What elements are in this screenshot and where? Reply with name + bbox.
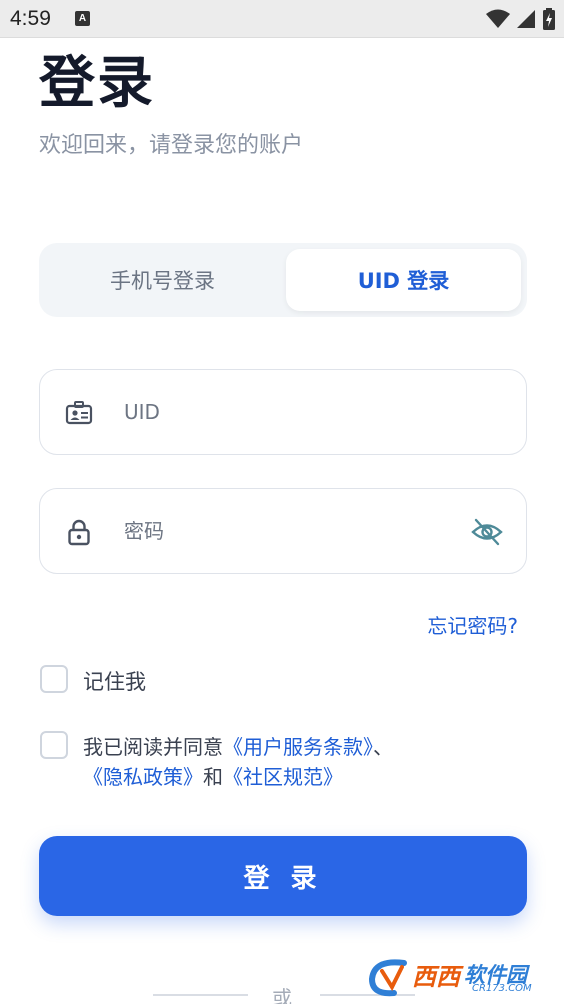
- uid-field[interactable]: [39, 369, 527, 455]
- page-title: 登录: [39, 51, 155, 116]
- community-link[interactable]: 《社区规范》: [223, 765, 343, 789]
- password-input[interactable]: [124, 511, 444, 551]
- divider-text: 或: [272, 986, 292, 1004]
- login-button[interactable]: 登 录: [39, 836, 527, 916]
- tab-uid-login[interactable]: UID 登录: [286, 249, 521, 311]
- battery-icon: [543, 8, 555, 30]
- watermark-domain: CR173.COM: [472, 983, 532, 994]
- watermark-swoosh-icon: [368, 959, 407, 997]
- privacy-link[interactable]: 《隐私政策》: [83, 765, 203, 789]
- agreement-prefix: 我已阅读并同意: [83, 735, 223, 759]
- watermark-brand: 西西: [412, 963, 460, 991]
- login-method-tabs: 手机号登录 UID 登录: [39, 243, 527, 317]
- remember-me-checkbox[interactable]: [40, 665, 68, 693]
- remember-me-label[interactable]: 记住我: [83, 666, 146, 696]
- wifi-icon: [486, 9, 510, 28]
- forgot-password-link[interactable]: 忘记密码?: [427, 610, 518, 639]
- agreement-separator: 、: [373, 735, 393, 759]
- agreement-text-line2: 《隐私政策》和《社区规范》: [83, 761, 343, 790]
- signal-icon: [517, 10, 535, 28]
- agreement-checkbox[interactable]: [40, 731, 68, 759]
- agreement-and: 和: [203, 765, 223, 789]
- status-time: 4:59: [10, 7, 51, 30]
- eye-off-icon[interactable]: [470, 515, 504, 549]
- tab-phone-login[interactable]: 手机号登录: [45, 249, 280, 311]
- id-card-icon: [65, 401, 93, 425]
- status-bar: 4:59 A: [0, 0, 564, 38]
- uid-input[interactable]: [124, 392, 444, 432]
- status-icons: [486, 8, 556, 30]
- watermark-logo: 西西 软件园 CR173.COM: [368, 955, 558, 999]
- notification-icon: A: [75, 11, 90, 26]
- password-field[interactable]: [39, 488, 527, 574]
- divider-line-left: [153, 994, 248, 996]
- agreement-text: 我已阅读并同意《用户服务条款》、: [83, 731, 393, 760]
- lock-icon: [68, 519, 90, 546]
- page-subtitle: 欢迎回来，请登录您的账户: [39, 133, 304, 158]
- terms-link[interactable]: 《用户服务条款》: [223, 735, 373, 759]
